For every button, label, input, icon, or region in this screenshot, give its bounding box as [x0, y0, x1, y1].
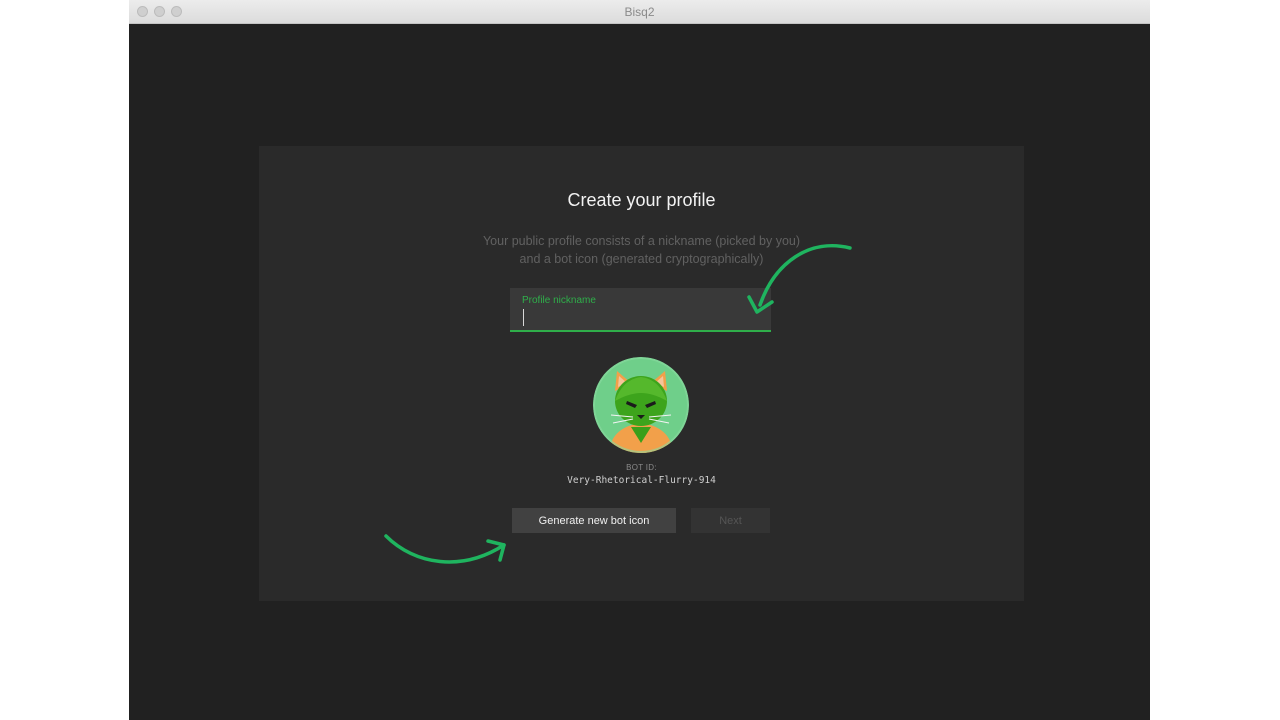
text-caret	[523, 309, 524, 326]
title-bar: Bisq2	[129, 0, 1150, 24]
profile-description-line-1: Your public profile consists of a nickna…	[482, 234, 801, 248]
bot-id-value: Very-Rhetorical-Flurry-914	[567, 475, 716, 486]
nickname-field-label: Profile nickname	[522, 295, 596, 306]
nickname-field[interactable]: Profile nickname	[510, 288, 771, 332]
bot-id-label: BOT ID:	[626, 463, 657, 472]
profile-description-line-2: and a bot icon (generated cryptographica…	[519, 252, 764, 266]
bot-cat-icon	[593, 357, 689, 453]
nickname-input[interactable]	[522, 309, 758, 325]
bot-avatar-graphic	[593, 357, 689, 453]
next-button[interactable]: Next	[691, 508, 770, 533]
create-profile-panel: Create your profile Your public profile …	[259, 146, 1024, 601]
window-title: Bisq2	[624, 5, 655, 19]
app-window: Bisq2 Create your profile Your public pr…	[129, 0, 1150, 720]
generate-bot-icon-button[interactable]: Generate new bot icon	[512, 508, 676, 533]
profile-description: Your public profile consists of a nickna…	[259, 232, 1024, 268]
page-title: Create your profile	[567, 190, 716, 210]
